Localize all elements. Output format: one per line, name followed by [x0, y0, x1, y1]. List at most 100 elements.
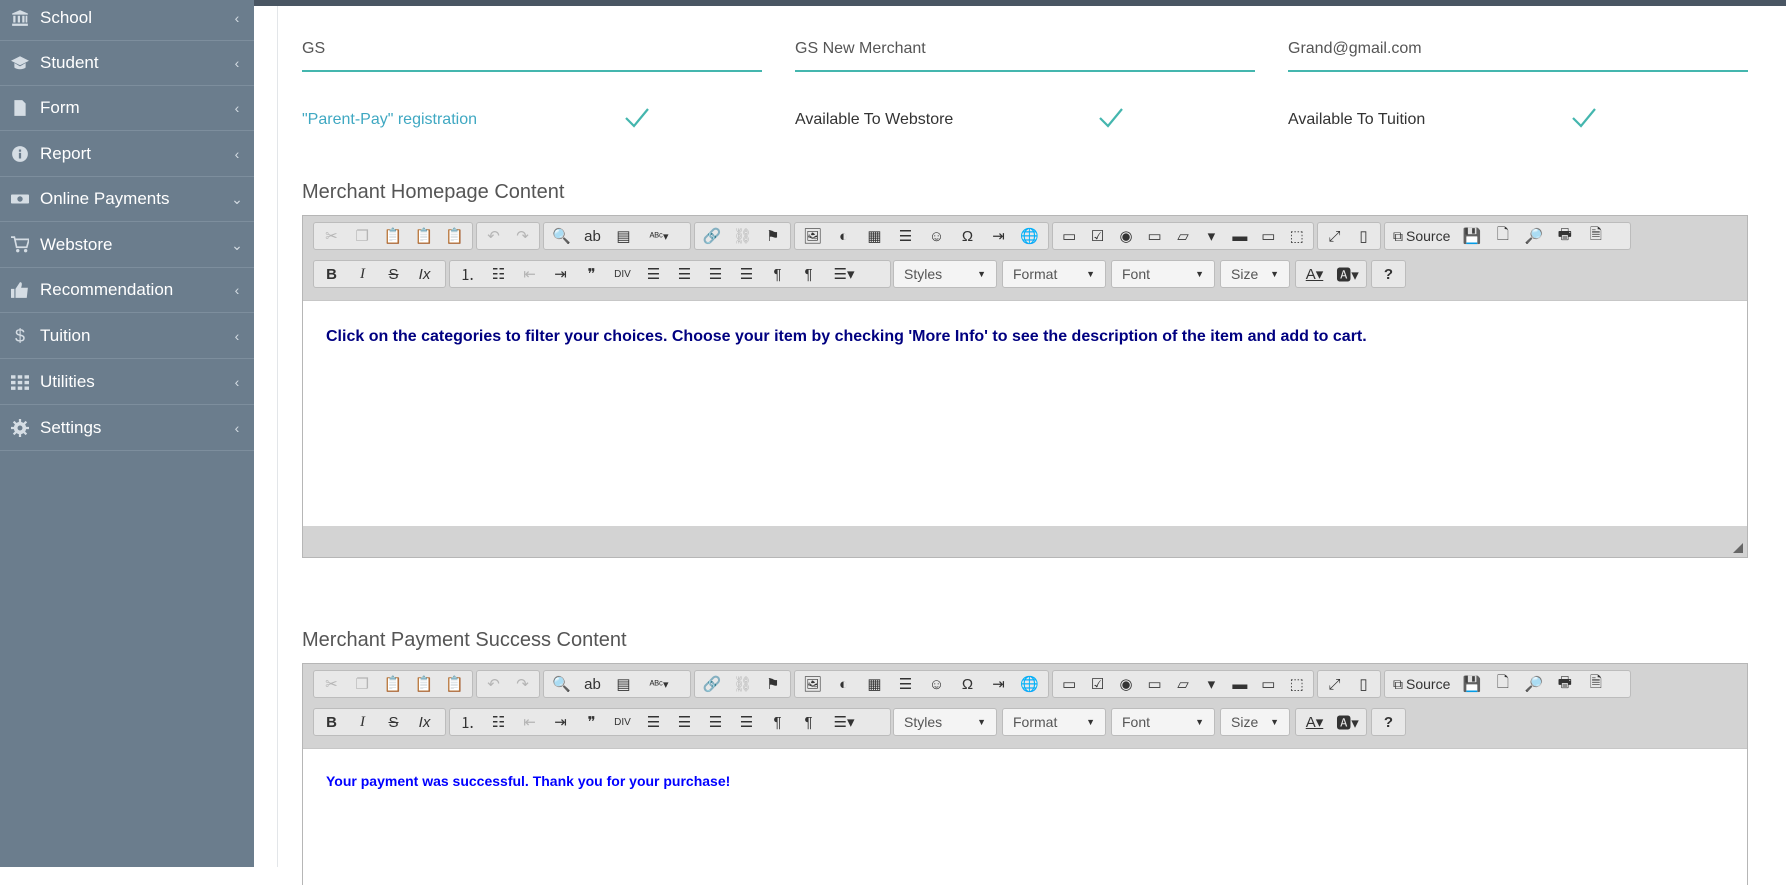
replace-icon[interactable]: ab — [577, 672, 608, 696]
italic-icon[interactable]: I — [347, 710, 378, 734]
sidebar-item-utilities[interactable]: Utilities ‹ — [0, 360, 254, 405]
sidebar-item-webstore[interactable]: Webstore ⌄ — [0, 223, 254, 268]
source-button[interactable]: ⧉ Source — [1387, 224, 1456, 248]
checkmark-icon[interactable] — [1570, 104, 1598, 132]
find-icon[interactable]: 🔍 — [546, 224, 577, 248]
blockquote-icon[interactable]: ❞ — [576, 710, 607, 734]
sidebar-item-report[interactable]: Report ‹ — [0, 132, 254, 177]
templates-icon[interactable]: 🗎 — [1580, 224, 1611, 248]
ltr-icon[interactable]: ¶ — [762, 710, 793, 734]
paste-icon[interactable]: 📋 — [378, 672, 409, 696]
background-color-icon[interactable]: 🅰▾ — [1331, 262, 1364, 286]
link-icon[interactable]: 🔗 — [697, 224, 727, 248]
format-dropdown[interactable]: Format ▼ — [1002, 708, 1106, 736]
print-icon[interactable]: 🖶 — [1549, 672, 1580, 696]
checkmark-icon[interactable] — [623, 104, 651, 132]
indent-icon[interactable]: ⇥ — [545, 262, 576, 286]
maximize-icon[interactable]: ⤢ — [1320, 672, 1349, 696]
short-name-input[interactable] — [302, 30, 762, 58]
checkbox-icon[interactable]: ☑ — [1083, 224, 1111, 248]
select-icon[interactable]: ▾ — [1197, 672, 1225, 696]
save-icon[interactable]: 💾 — [1456, 224, 1487, 248]
align-right-icon[interactable]: ☰ — [700, 262, 731, 286]
image-icon[interactable]: 🖼 — [797, 224, 828, 248]
table-icon[interactable]: ▦ — [859, 224, 890, 248]
justify-icon[interactable]: ☰ — [731, 710, 762, 734]
copy-icon[interactable]: ❐ — [347, 672, 378, 696]
cut-icon[interactable]: ✂ — [316, 224, 347, 248]
numbered-list-icon[interactable]: ⒈ — [452, 710, 483, 734]
strike-icon[interactable]: S — [378, 262, 409, 286]
styles-dropdown[interactable]: Styles ▼ — [893, 708, 997, 736]
templates-icon[interactable]: 🗎 — [1580, 672, 1611, 696]
cut-icon[interactable]: ✂ — [316, 672, 347, 696]
language-icon[interactable]: ☰▾ — [824, 262, 864, 286]
anchor-flag-icon[interactable]: ⚑ — [758, 672, 788, 696]
bold-icon[interactable]: B — [316, 262, 347, 286]
sidebar-item-school[interactable]: School ‹ — [0, 0, 254, 41]
size-dropdown[interactable]: Size ▼ — [1220, 708, 1290, 736]
spellcheck-icon[interactable]: ᴬᴮᶜ▾ — [639, 672, 679, 696]
replace-icon[interactable]: ab — [577, 224, 608, 248]
language-icon[interactable]: ☰▾ — [824, 710, 864, 734]
print-icon[interactable]: 🖶 — [1549, 224, 1580, 248]
short-name-field[interactable] — [302, 30, 762, 72]
copy-icon[interactable]: ❐ — [347, 224, 378, 248]
sidebar-item-online-payments[interactable]: Online Payments ⌄ — [0, 177, 254, 222]
textarea-icon[interactable]: ▱ — [1169, 224, 1197, 248]
image-button-icon[interactable]: ▭ — [1254, 224, 1282, 248]
text-color-icon[interactable]: A▾ — [1298, 710, 1331, 734]
unlink-icon[interactable]: ⛓ — [727, 224, 757, 248]
ltr-icon[interactable]: ¶ — [762, 262, 793, 286]
sidebar-item-recommendation[interactable]: Recommendation ‹ — [0, 268, 254, 313]
find-icon[interactable]: 🔍 — [546, 672, 577, 696]
button-icon[interactable]: ▬ — [1226, 224, 1254, 248]
text-color-icon[interactable]: A▾ — [1298, 262, 1331, 286]
bold-icon[interactable]: B — [316, 710, 347, 734]
merchant-name-field[interactable] — [795, 30, 1255, 72]
textfield-icon[interactable]: ▭ — [1140, 672, 1168, 696]
page-break-icon[interactable]: ⇥ — [983, 672, 1014, 696]
rtl-icon[interactable]: ¶ — [793, 262, 824, 286]
align-left-icon[interactable]: ☰ — [638, 262, 669, 286]
smiley-icon[interactable]: ☺ — [921, 224, 952, 248]
show-blocks-icon[interactable]: ▯ — [1349, 672, 1378, 696]
show-blocks-icon[interactable]: ▯ — [1349, 224, 1378, 248]
email-input[interactable] — [1288, 30, 1748, 58]
align-center-icon[interactable]: ☰ — [669, 710, 700, 734]
align-right-icon[interactable]: ☰ — [700, 710, 731, 734]
bulleted-list-icon[interactable]: ☷ — [483, 710, 514, 734]
source-button[interactable]: ⧉ Source — [1387, 672, 1456, 696]
maximize-icon[interactable]: ⤢ — [1320, 224, 1349, 248]
preview-icon[interactable]: 🔎 — [1518, 672, 1549, 696]
undo-icon[interactable]: ↶ — [479, 224, 508, 248]
resize-handle-icon[interactable] — [1733, 543, 1743, 553]
table-icon[interactable]: ▦ — [859, 672, 890, 696]
select-all-icon[interactable]: ▤ — [608, 224, 639, 248]
image-icon[interactable]: 🖼 — [797, 672, 828, 696]
undo-icon[interactable]: ↶ — [479, 672, 508, 696]
outdent-icon[interactable]: ⇤ — [514, 710, 545, 734]
styles-dropdown[interactable]: Styles ▼ — [893, 260, 997, 288]
iframe-icon[interactable]: 🌐 — [1014, 224, 1045, 248]
textfield-icon[interactable]: ▭ — [1140, 224, 1168, 248]
special-char-icon[interactable]: Ω — [952, 224, 983, 248]
iframe-icon[interactable]: 🌐 — [1014, 672, 1045, 696]
div-icon[interactable]: DIV — [607, 710, 638, 734]
hidden-field-icon[interactable]: ⬚ — [1283, 224, 1311, 248]
strike-icon[interactable]: S — [378, 710, 409, 734]
sidebar-item-student[interactable]: Student ‹ — [0, 41, 254, 86]
indent-icon[interactable]: ⇥ — [545, 710, 576, 734]
radio-icon[interactable]: ◉ — [1112, 672, 1140, 696]
font-dropdown[interactable]: Font ▼ — [1111, 260, 1215, 288]
font-dropdown[interactable]: Font ▼ — [1111, 708, 1215, 736]
remove-format-icon[interactable]: Ix — [409, 262, 440, 286]
bulleted-list-icon[interactable]: ☷ — [483, 262, 514, 286]
sidebar-item-settings[interactable]: Settings ‹ — [0, 406, 254, 451]
success-edit-area[interactable]: Your payment was successful. Thank you f… — [303, 748, 1747, 889]
link-icon[interactable]: 🔗 — [697, 672, 727, 696]
image-button-icon[interactable]: ▭ — [1254, 672, 1282, 696]
align-center-icon[interactable]: ☰ — [669, 262, 700, 286]
help-icon[interactable]: ? — [1374, 710, 1403, 734]
form-icon[interactable]: ▭ — [1055, 224, 1083, 248]
